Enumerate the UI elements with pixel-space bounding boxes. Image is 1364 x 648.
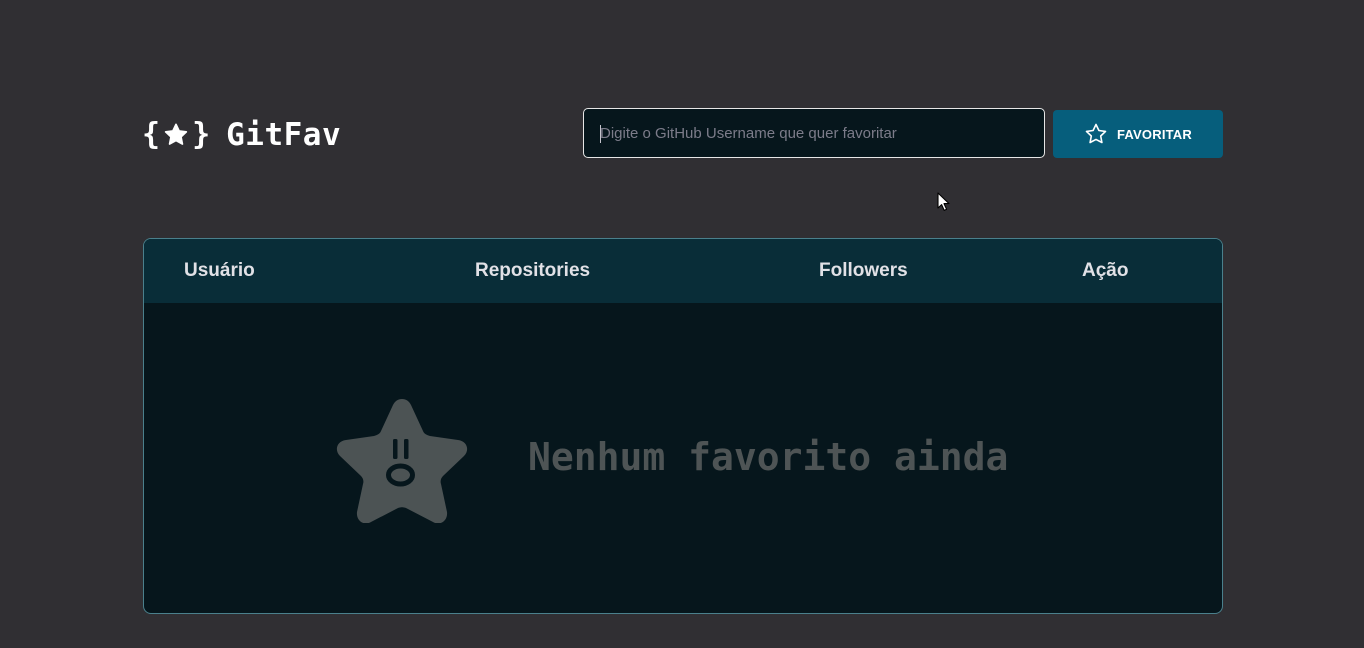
mouse-pointer-icon [937, 192, 950, 211]
star-outline-icon [1085, 123, 1107, 144]
favorite-button[interactable]: FAVORITAR [1053, 110, 1223, 158]
logo-star-braces-icon: { } [142, 117, 211, 152]
search-field[interactable] [583, 108, 1045, 158]
logo-title: GitFav [226, 117, 342, 153]
favorites-table: Usuário Repositories Followers Ação Nenh… [143, 238, 1223, 614]
column-header-repositories: Repositories [475, 260, 591, 281]
column-header-action: Ação [1082, 260, 1129, 281]
table-header: Usuário Repositories Followers Ação [144, 239, 1222, 303]
column-header-user: Usuário [184, 260, 255, 281]
username-search-input[interactable] [584, 109, 1044, 157]
text-caret [600, 125, 601, 143]
column-header-followers: Followers [819, 260, 908, 281]
empty-state-message: Nenhum favorito ainda [528, 435, 1009, 479]
surprised-star-icon [336, 399, 468, 523]
app-logo[interactable]: { } GitFav [142, 112, 341, 158]
logo-star-icon [164, 123, 188, 145]
app-page: { } GitFav FAVORITAR Usuário Repositorie… [0, 0, 1364, 648]
favorite-button-label: FAVORITAR [1117, 126, 1192, 142]
empty-state: Nenhum favorito ainda [144, 303, 1222, 613]
